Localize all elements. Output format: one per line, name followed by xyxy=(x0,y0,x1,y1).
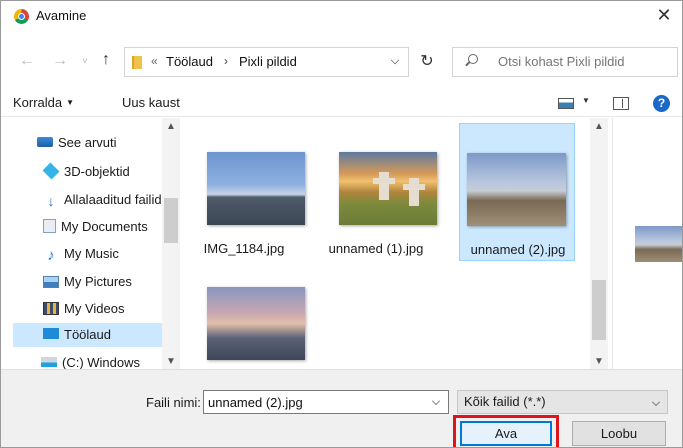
organize-label: Korralda xyxy=(13,95,63,110)
file-item-unnamed-2[interactable]: unnamed (2).jpg xyxy=(459,123,575,261)
navigation-pane-scrollbar[interactable]: ▲ ▼ xyxy=(162,118,180,369)
file-item-unnamed-1[interactable]: unnamed (1).jpg xyxy=(318,123,437,261)
file-list-scrollbar[interactable]: ▲ ▼ xyxy=(590,118,608,369)
tree-item-my-pictures[interactable]: My Pictures xyxy=(43,270,181,294)
preview-image xyxy=(635,226,682,262)
tree-item-my-music[interactable]: ♪ My Music xyxy=(43,242,181,266)
tree-item-label: 3D-objektid xyxy=(64,164,130,179)
folder-icon xyxy=(132,56,142,69)
command-bar: Korralda ▼ Uus kaust ▼ ? xyxy=(1,89,682,117)
file-item-img-1184[interactable]: IMG_1184.jpg xyxy=(186,123,305,261)
forward-arrow-icon[interactable]: → xyxy=(52,52,68,70)
tree-item-label: (C:) Windows xyxy=(62,355,141,369)
tree-item-3d-objektid[interactable]: 3D-objektid xyxy=(43,160,181,184)
file-type-value: Kõik failid (*.*) xyxy=(464,394,546,409)
desktop-icon xyxy=(43,328,59,339)
breadcrumb-chevron-icon[interactable]: › xyxy=(224,54,228,68)
open-file-dialog: Avamine ✕ ← → ˅ ↑ « Töölaud › Pixli pild… xyxy=(0,0,683,448)
tree-item-my-videos[interactable]: My Videos xyxy=(43,297,181,321)
dialog-footer: Faili nimi: Kõik failid (*.*) Ava Loobu xyxy=(1,369,682,447)
window-title: Avamine xyxy=(36,8,87,23)
image-thumbnail xyxy=(207,152,305,225)
file-item-unnamed-3[interactable] xyxy=(186,258,305,369)
tree-item-label: Allalaaditud failid xyxy=(64,192,161,207)
scroll-down-icon[interactable]: ▼ xyxy=(166,356,176,367)
back-arrow-icon[interactable]: ← xyxy=(19,52,35,70)
tree-item-label: My Videos xyxy=(64,301,125,316)
image-thumbnail xyxy=(339,152,437,225)
preview-pane-icon[interactable] xyxy=(613,97,629,110)
organize-caret-icon: ▼ xyxy=(66,98,75,107)
drive-icon xyxy=(41,357,57,367)
scroll-down-icon[interactable]: ▼ xyxy=(594,356,604,367)
scroll-up-icon[interactable]: ▲ xyxy=(166,121,176,132)
recent-locations-chevron-icon[interactable]: ˅ xyxy=(82,56,88,67)
breadcrumb-pixli-pildid[interactable]: Pixli pildid xyxy=(239,54,297,69)
image-thumbnail xyxy=(207,287,305,360)
tree-item-label: Töölaud xyxy=(64,327,111,342)
chevron-down-icon xyxy=(652,398,660,406)
scroll-up-icon[interactable]: ▲ xyxy=(594,121,604,132)
preview-pane xyxy=(612,118,682,369)
scrollbar-thumb[interactable] xyxy=(164,198,178,243)
title-bar: Avamine ✕ xyxy=(1,1,682,31)
address-bar[interactable]: « Töölaud › Pixli pildid xyxy=(124,47,409,77)
file-name: unnamed (2).jpg xyxy=(470,242,566,257)
pictures-icon xyxy=(43,276,59,288)
help-icon[interactable]: ? xyxy=(653,95,670,112)
tree-item-label: My Music xyxy=(64,246,119,261)
cube-icon xyxy=(43,162,60,180)
chrome-icon xyxy=(14,9,29,24)
search-input[interactable]: Otsi kohast Pixli pildid xyxy=(498,54,624,69)
navigation-pane: See arvuti 3D-objektid ↓ Allalaaditud fai… xyxy=(1,118,181,369)
filename-field[interactable] xyxy=(203,390,449,414)
tree-item-allalaaditud-failid[interactable]: ↓ Allalaaditud failid xyxy=(43,188,162,212)
file-list: IMG_1184.jpg unnamed (1).jpg unnamed (2)… xyxy=(183,118,589,369)
tree-item-toolaud[interactable]: Töölaud xyxy=(13,323,162,347)
tree-item-label: My Pictures xyxy=(64,274,132,289)
path-overflow-separator[interactable]: « xyxy=(151,54,158,68)
computer-icon xyxy=(37,137,53,147)
filename-label: Faili nimi: xyxy=(146,395,201,410)
video-icon xyxy=(43,302,59,315)
breadcrumb-toolaud[interactable]: Töölaud xyxy=(166,54,213,69)
scrollbar-thumb[interactable] xyxy=(592,280,606,340)
tree-item-label: My Documents xyxy=(61,219,148,234)
music-icon: ♪ xyxy=(47,247,55,264)
refresh-icon[interactable]: ↻ xyxy=(416,51,438,71)
organize-button[interactable]: Korralda ▼ xyxy=(13,95,74,110)
open-button[interactable]: Ava xyxy=(460,421,552,446)
search-icon xyxy=(468,54,478,64)
new-folder-button[interactable]: Uus kaust xyxy=(122,95,180,110)
cancel-button[interactable]: Loobu xyxy=(572,421,666,446)
file-name: unnamed (1).jpg xyxy=(328,241,424,256)
address-dropdown-icon[interactable] xyxy=(390,55,400,65)
file-type-select[interactable]: Kõik failid (*.*) xyxy=(457,390,668,414)
navigation-bar: ← → ˅ ↑ « Töölaud › Pixli pildid ↻ Otsi … xyxy=(1,40,682,86)
cross-icon xyxy=(403,178,425,206)
search-box[interactable]: Otsi kohast Pixli pildid xyxy=(452,47,678,77)
tree-item-label: See arvuti xyxy=(58,135,117,150)
file-name: IMG_1184.jpg xyxy=(203,241,285,256)
view-options-caret-icon[interactable]: ▼ xyxy=(582,96,590,105)
change-view-icon[interactable] xyxy=(558,98,574,109)
close-button[interactable]: ✕ xyxy=(652,4,676,28)
download-icon: ↓ xyxy=(47,193,55,209)
image-thumbnail xyxy=(467,153,566,226)
up-arrow-icon[interactable]: ↑ xyxy=(102,51,110,69)
cross-icon xyxy=(373,172,395,200)
tree-item-c-windows[interactable]: (C:) Windows xyxy=(41,351,161,369)
tree-item-see-arvuti[interactable]: See arvuti xyxy=(37,131,181,155)
document-icon xyxy=(43,219,56,233)
tree-item-my-documents[interactable]: My Documents xyxy=(43,215,181,239)
